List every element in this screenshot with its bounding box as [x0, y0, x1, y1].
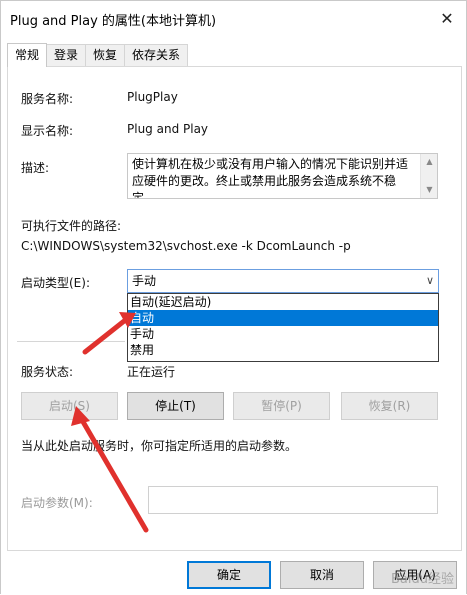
- scroll-up-icon[interactable]: ▲: [421, 154, 437, 170]
- ok-button[interactable]: 确定: [187, 561, 271, 589]
- title-bar: Plug and Play 的属性(本地计算机) ✕: [1, 1, 466, 37]
- watermark: Baidu经验: [391, 572, 454, 587]
- option-disabled[interactable]: 禁用: [128, 342, 438, 358]
- cancel-button[interactable]: 取消: [280, 561, 364, 589]
- params-input[interactable]: [148, 486, 438, 514]
- chevron-down-icon[interactable]: ∨: [426, 270, 434, 292]
- tab-general[interactable]: 常规: [7, 43, 48, 67]
- option-manual[interactable]: 手动: [128, 326, 438, 342]
- resume-button[interactable]: 恢复(R): [341, 392, 438, 420]
- startup-type-dropdown: 自动(延迟启动) 自动 手动 禁用: [127, 293, 439, 362]
- service-name-label: 服务名称:: [21, 92, 74, 106]
- pause-button[interactable]: 暂停(P): [233, 392, 330, 420]
- startup-type-value: 手动: [132, 274, 157, 288]
- stop-button[interactable]: 停止(T): [127, 392, 224, 420]
- divider: [17, 341, 125, 342]
- description-text: 使计算机在极少或没有用户输入的情况下能识别并适应硬件的更改。终止或禁用此服务会造…: [132, 157, 409, 199]
- display-name-value: Plug and Play: [127, 122, 209, 136]
- description-scrollbar[interactable]: ▲ ▼: [420, 154, 437, 198]
- properties-window: Plug and Play 的属性(本地计算机) ✕ 常规 登录 恢复 依存关系…: [0, 0, 467, 595]
- option-auto-delayed[interactable]: 自动(延迟启动): [128, 294, 438, 310]
- tab-dependencies[interactable]: 依存关系: [124, 44, 189, 66]
- start-button[interactable]: 启动(S): [21, 392, 118, 420]
- path-label: 可执行文件的路径:: [21, 219, 122, 233]
- startup-type-select[interactable]: 手动 ∨: [127, 269, 439, 293]
- tab-recovery[interactable]: 恢复: [85, 44, 126, 66]
- startup-type-label: 启动类型(E):: [21, 276, 90, 290]
- display-name-label: 显示名称:: [21, 124, 74, 138]
- general-panel: 服务名称: PlugPlay 显示名称: Plug and Play 描述: 使…: [7, 66, 462, 551]
- close-icon[interactable]: ✕: [432, 5, 462, 31]
- status-label: 服务状态:: [21, 365, 74, 379]
- description-box[interactable]: 使计算机在极少或没有用户输入的情况下能识别并适应硬件的更改。终止或禁用此服务会造…: [127, 153, 438, 199]
- service-name-value: PlugPlay: [127, 90, 178, 104]
- path-value: C:\WINDOWS\system32\svchost.exe -k DcomL…: [21, 239, 351, 253]
- tab-strip: 常规 登录 恢复 依存关系: [7, 43, 189, 67]
- option-auto[interactable]: 自动: [128, 310, 438, 326]
- window-title: Plug and Play 的属性(本地计算机): [10, 14, 217, 29]
- scroll-down-icon[interactable]: ▼: [421, 182, 437, 198]
- description-label: 描述:: [21, 161, 50, 175]
- tab-logon[interactable]: 登录: [46, 44, 87, 66]
- params-label: 启动参数(M):: [21, 496, 93, 510]
- hint-text: 当从此处启动服务时，你可指定所适用的启动参数。: [21, 439, 298, 453]
- status-value: 正在运行: [127, 365, 176, 379]
